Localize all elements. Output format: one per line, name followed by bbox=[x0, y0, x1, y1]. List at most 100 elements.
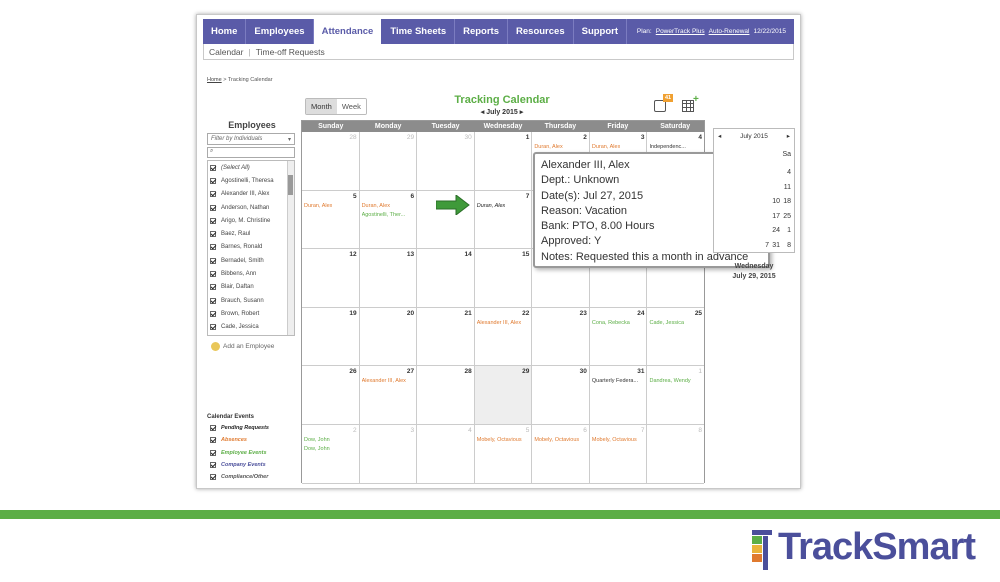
calendar-day-cell[interactable]: 20 bbox=[359, 307, 418, 367]
calendar-day-cell[interactable]: 7 Duran, Alex bbox=[474, 190, 533, 250]
mini-day[interactable]: 8 bbox=[787, 242, 791, 249]
calendar-event[interactable]: Duran, Alex bbox=[592, 144, 620, 150]
calendar-event[interactable]: Alexander III, Alex bbox=[477, 320, 521, 326]
calendar-day-cell[interactable]: 28 bbox=[417, 366, 475, 425]
calendar-day-cell[interactable]: 2 Dow, John Dow, John bbox=[302, 424, 360, 484]
calendar-day-cell[interactable]: 5 Duran, Alex bbox=[302, 190, 360, 250]
calendar-day-cell[interactable]: 23 bbox=[532, 307, 590, 367]
mini-day[interactable]: 4 bbox=[787, 169, 791, 176]
calendar-event-type[interactable]: Pending Requests bbox=[207, 422, 297, 434]
calendar-day-cell[interactable]: 12 bbox=[302, 249, 360, 308]
calendar-day-cell[interactable]: 4 bbox=[417, 424, 475, 484]
employee-list-item[interactable]: Alexander III, Alex bbox=[208, 188, 294, 201]
checkbox-icon[interactable] bbox=[210, 449, 216, 456]
checkbox-icon[interactable] bbox=[210, 164, 216, 171]
nav-tab-attendance[interactable]: Attendance bbox=[313, 19, 383, 44]
calendar-day-cell[interactable]: 30 bbox=[417, 132, 475, 191]
calendar-day-cell[interactable]: 6 Duran, Alex Agostinelli, Ther... bbox=[359, 190, 418, 250]
calendar-event[interactable]: Dow, John bbox=[304, 446, 330, 452]
employee-list-item[interactable]: Brown, Robert bbox=[208, 307, 294, 320]
calendar-event[interactable]: Mobely, Octavious bbox=[477, 437, 522, 443]
employee-list-scrollbar[interactable] bbox=[287, 161, 294, 335]
nav-tab-resources[interactable]: Resources bbox=[508, 19, 574, 44]
calendar-day-cell[interactable]: 29 bbox=[474, 366, 533, 425]
calendar-event[interactable]: Mobely, Octavious bbox=[592, 437, 637, 443]
nav-tab-home[interactable]: Home bbox=[203, 19, 247, 44]
employee-list-item[interactable]: Bibbens, Ann bbox=[208, 267, 294, 280]
checkbox-icon[interactable] bbox=[210, 177, 216, 184]
nav-tab-reports[interactable]: Reports bbox=[455, 19, 509, 44]
nav-tab-time-sheets[interactable]: Time Sheets bbox=[382, 19, 456, 44]
mini-next-icon[interactable]: ▸ bbox=[787, 132, 790, 140]
auto-renewal-link[interactable]: Auto-Renewal bbox=[709, 28, 750, 35]
prev-month-icon[interactable]: ◂ bbox=[481, 109, 485, 116]
calendar-event[interactable]: Duran, Alex bbox=[534, 144, 562, 150]
calendar-day-cell[interactable]: 6 Mobely, Octavious bbox=[532, 424, 590, 484]
calendar-day-cell[interactable]: 31 Quarterly Federa... bbox=[589, 366, 648, 425]
calendar-event[interactable]: Duran, Alex bbox=[477, 203, 506, 209]
calendar-day-cell[interactable]: 14 bbox=[417, 249, 475, 308]
select-all-item[interactable]: (Select All) bbox=[208, 161, 294, 174]
calendar-event[interactable]: Duran, Alex bbox=[362, 203, 390, 209]
calendar-event[interactable]: Independenc... bbox=[649, 144, 685, 150]
month-view-button[interactable]: Month bbox=[306, 99, 337, 114]
mini-day[interactable]: 7 bbox=[765, 242, 769, 249]
employee-filter-select[interactable]: Filter by Individuals ▾ bbox=[207, 133, 295, 145]
checkbox-icon[interactable] bbox=[210, 191, 216, 198]
mini-day[interactable]: 25 bbox=[783, 213, 791, 220]
checkbox-icon[interactable] bbox=[210, 462, 216, 469]
calendar-day-cell[interactable]: 15 bbox=[474, 249, 533, 308]
checkbox-icon[interactable] bbox=[210, 310, 216, 317]
calendar-event-type[interactable]: Employee Events bbox=[207, 447, 297, 459]
calendar-day-cell[interactable]: 1 Dandrea, Wendy bbox=[647, 366, 705, 425]
nav-tab-support[interactable]: Support bbox=[574, 19, 628, 44]
checkbox-icon[interactable] bbox=[210, 297, 216, 304]
mini-day[interactable]: 18 bbox=[783, 198, 791, 205]
checkbox-icon[interactable] bbox=[210, 425, 216, 432]
employee-list-item[interactable]: Barnes, Ronald bbox=[208, 241, 294, 254]
calendar-day-cell[interactable]: 3 bbox=[359, 424, 418, 484]
employee-list-item[interactable]: Arigo, M. Christine bbox=[208, 214, 294, 227]
mini-day[interactable]: 1 bbox=[787, 227, 791, 234]
mini-day[interactable]: 17 bbox=[772, 213, 780, 220]
checkbox-icon[interactable] bbox=[210, 217, 216, 224]
employee-list-item[interactable]: Anderson, Nathan bbox=[208, 201, 294, 214]
subnav-calendar[interactable]: Calendar bbox=[204, 47, 249, 57]
calendar-day-cell[interactable]: 26 bbox=[302, 366, 360, 425]
calendar-event-type[interactable]: Absences bbox=[207, 434, 297, 446]
next-month-icon[interactable]: ▸ bbox=[520, 109, 524, 116]
calendar-day-cell[interactable]: 28 bbox=[302, 132, 360, 191]
calendar-day-cell[interactable]: 27 Alexander III, Alex bbox=[359, 366, 418, 425]
calendar-event[interactable]: Cona, Rebecka bbox=[592, 320, 630, 326]
calendar-day-cell[interactable]: 30 bbox=[532, 366, 590, 425]
employee-list-item[interactable]: Baez, Raul bbox=[208, 227, 294, 240]
employee-list-item[interactable]: Brauch, Susann bbox=[208, 294, 294, 307]
calendar-event[interactable]: Dandrea, Wendy bbox=[649, 378, 690, 384]
calendar-day-cell[interactable]: 1 bbox=[474, 132, 533, 191]
nav-tab-employees[interactable]: Employees bbox=[246, 19, 314, 44]
calendar-month-selector[interactable]: ◂ July 2015 ▸ bbox=[477, 108, 527, 116]
checkbox-icon[interactable] bbox=[210, 244, 216, 251]
calendar-event[interactable]: Agostinelli, Ther... bbox=[362, 212, 406, 218]
mini-day[interactable]: 11 bbox=[784, 184, 791, 191]
checkbox-icon[interactable] bbox=[210, 474, 216, 481]
calendar-day-cell[interactable]: 13 bbox=[359, 249, 418, 308]
plan-name-link[interactable]: PowerTrack Plus bbox=[656, 28, 705, 35]
calendar-event-type[interactable]: Company Events bbox=[207, 459, 297, 471]
checkbox-icon[interactable] bbox=[210, 204, 216, 211]
mini-prev-icon[interactable]: ◂ bbox=[718, 132, 721, 140]
calendar-event[interactable]: Duran, Alex bbox=[304, 203, 332, 209]
calendar-event[interactable]: Alexander III, Alex bbox=[362, 378, 406, 384]
calendar-day-cell[interactable]: 5 Mobely, Octavious bbox=[474, 424, 533, 484]
checkbox-icon[interactable] bbox=[210, 271, 216, 278]
breadcrumb-home[interactable]: Home bbox=[207, 77, 222, 83]
calendar-day-cell[interactable]: 21 bbox=[417, 307, 475, 367]
mini-day[interactable]: 10 bbox=[772, 198, 780, 205]
add-employee-button[interactable]: Add an Employee bbox=[207, 342, 297, 351]
calendar-day-cell[interactable]: 7 Mobely, Octavious bbox=[589, 424, 648, 484]
mini-day[interactable]: 24 bbox=[772, 227, 780, 234]
subnav-time-off-requests[interactable]: Time-off Requests bbox=[251, 47, 330, 57]
calendar-day-cell[interactable]: 29 bbox=[359, 132, 418, 191]
calendar-event-type[interactable]: Compliance/Other bbox=[207, 471, 297, 483]
employee-list-item[interactable]: Callahan, Sarah bbox=[208, 334, 294, 335]
